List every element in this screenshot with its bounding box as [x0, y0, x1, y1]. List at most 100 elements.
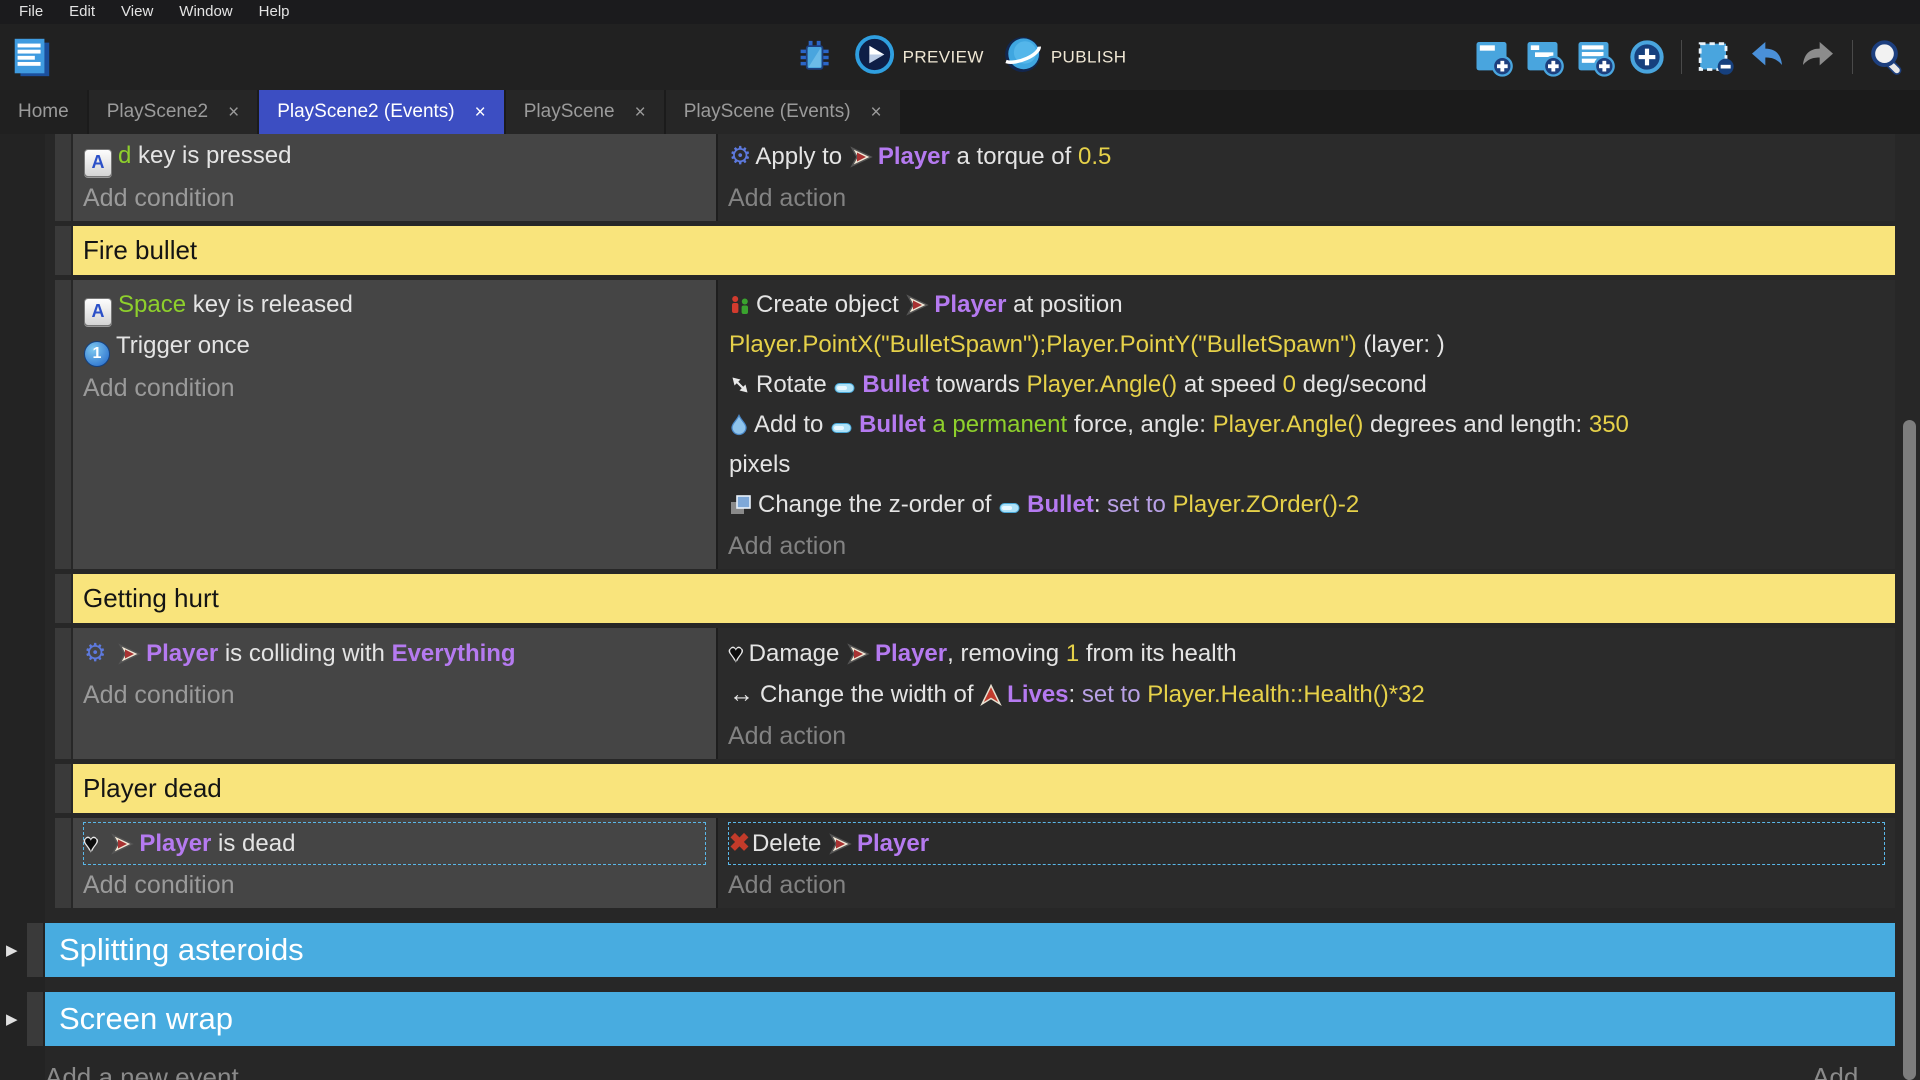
- add-new-event-button[interactable]: Add a new event: [45, 1062, 239, 1080]
- menu-item-edit[interactable]: Edit: [56, 0, 108, 24]
- add-condition-button[interactable]: Add condition: [83, 675, 706, 715]
- instruction-text: Player.PointX("BulletSpawn");Player.Poin…: [729, 331, 1357, 358]
- add-more-button[interactable]: Add...: [1812, 1062, 1880, 1080]
- events-sheet: Ad key is pressedAdd condition⚙Apply to …: [0, 134, 1920, 1080]
- search-icon[interactable]: [1866, 36, 1908, 78]
- instruction-text: (layer: ): [1357, 331, 1445, 358]
- instruction[interactable]: ✖Delete Player: [729, 823, 1884, 864]
- instruction-text: Player: [146, 640, 218, 667]
- instruction-text: at position: [1006, 291, 1129, 318]
- toolbar-separator: [1681, 40, 1682, 74]
- width-icon: ↔: [729, 681, 760, 708]
- instruction[interactable]: Change the z-order of Bullet: set to Pla…: [729, 485, 1884, 525]
- instruction-text: key is released: [186, 291, 353, 318]
- bullet-icon: [998, 491, 1027, 518]
- add-action-button[interactable]: Add action: [728, 178, 1885, 218]
- instruction[interactable]: Create object Player at position Player.…: [729, 285, 1884, 365]
- instruction-text: Damage: [749, 640, 846, 667]
- add-action-button[interactable]: Add action: [728, 526, 1885, 566]
- instruction-text: 0: [1283, 371, 1296, 398]
- instruction-text: Player.Health::Health()*32: [1147, 681, 1424, 708]
- menu-item-view[interactable]: View: [108, 0, 166, 24]
- keyboard-key-icon: A: [84, 142, 118, 169]
- instruction-text: Player: [878, 143, 950, 170]
- conditions-cell: ASpace key is released1Trigger onceAdd c…: [73, 280, 718, 569]
- close-icon[interactable]: ×: [871, 103, 882, 122]
- instruction-text: Player: [139, 830, 211, 857]
- tab-playscene2-events[interactable]: PlayScene2 (Events)×: [259, 90, 506, 134]
- instruction-text: Player.ZOrder()-2: [1173, 491, 1360, 518]
- close-icon[interactable]: ×: [228, 103, 239, 122]
- tab-home[interactable]: Home: [0, 90, 89, 134]
- instruction-text: Bullet: [1027, 491, 1094, 518]
- instruction-text: Bullet: [862, 371, 929, 398]
- menu-item-help[interactable]: Help: [246, 0, 303, 24]
- collapse-arrow-icon[interactable]: ▶: [6, 1010, 18, 1028]
- conditions-box: Ad key is pressed: [83, 135, 706, 178]
- publish-button[interactable]: PUBLISH: [1002, 34, 1127, 81]
- player-ship-icon: [846, 640, 875, 667]
- events-list: Ad key is pressedAdd condition⚙Apply to …: [73, 134, 1895, 1046]
- add-action-button[interactable]: Add action: [728, 716, 1885, 756]
- actions-cell: ✖Delete PlayerAdd action: [718, 818, 1895, 908]
- conditions-cell: ⚙ Player is colliding with EverythingAdd…: [73, 628, 718, 759]
- redo-icon[interactable]: [1797, 36, 1839, 78]
- instruction[interactable]: ⚙ Player is colliding with Everything: [84, 633, 705, 674]
- instruction[interactable]: Ad key is pressed: [84, 136, 705, 177]
- actions-cell: Create object Player at position Player.…: [718, 280, 1895, 569]
- player-ship-icon: [110, 830, 139, 857]
- add-comment-icon[interactable]: [1575, 36, 1617, 78]
- menu-item-file[interactable]: File: [6, 0, 56, 24]
- add-other-event-icon[interactable]: [1626, 36, 1668, 78]
- instruction[interactable]: ↔Change the width of Lives: set to Playe…: [729, 674, 1884, 715]
- comment-text: Fire bullet: [73, 226, 1895, 275]
- add-condition-button[interactable]: Add condition: [83, 865, 706, 905]
- add-condition-button[interactable]: Add condition: [83, 368, 706, 408]
- collapse-arrow-icon[interactable]: ▶: [6, 941, 18, 959]
- instruction-text: Player: [875, 640, 947, 667]
- instruction[interactable]: ASpace key is released: [84, 285, 705, 326]
- gdevelop-logo-icon[interactable]: [8, 34, 54, 80]
- instruction[interactable]: ♥Damage Player, removing 1 from its heal…: [729, 633, 1884, 674]
- instruction-text: Delete: [752, 830, 828, 857]
- add-condition-button[interactable]: Add condition: [83, 178, 706, 218]
- close-icon[interactable]: ×: [475, 103, 486, 122]
- toolbar-right-icons: [1473, 36, 1908, 78]
- tab-playscene2[interactable]: PlayScene2×: [89, 90, 260, 134]
- tab-label: PlayScene (Events): [684, 101, 851, 123]
- debugger-bug-icon[interactable]: [794, 36, 836, 78]
- comment-row[interactable]: Fire bullet: [73, 226, 1895, 275]
- undo-icon[interactable]: [1746, 36, 1788, 78]
- heart-icon: ♥: [84, 830, 104, 857]
- bullet-icon: [830, 411, 859, 438]
- close-icon[interactable]: ×: [635, 103, 646, 122]
- instruction-text: a permanent: [932, 411, 1067, 438]
- zorder-icon: [729, 491, 758, 518]
- instruction-text: , removing: [947, 640, 1066, 667]
- tab-playscene-events[interactable]: PlayScene (Events) ×: [666, 90, 902, 134]
- physics-icon: ⚙: [84, 640, 110, 667]
- instruction[interactable]: 1Trigger once: [84, 326, 705, 367]
- comment-row[interactable]: Player dead: [73, 764, 1895, 813]
- add-action-button[interactable]: Add action: [728, 865, 1885, 905]
- add-event-icon[interactable]: [1473, 36, 1515, 78]
- instruction[interactable]: Rotate Bullet towards Player.Angle() at …: [729, 365, 1884, 405]
- tab-playscene[interactable]: PlayScene×: [506, 90, 666, 134]
- instruction-text: Trigger once: [116, 332, 250, 359]
- group-row-splitting-asteroids[interactable]: ▶Splitting asteroids: [45, 923, 1895, 977]
- group-row-screen-wrap[interactable]: ▶Screen wrap: [45, 992, 1895, 1046]
- force-icon: [729, 411, 754, 438]
- instruction-text: Apply to: [755, 143, 848, 170]
- vertical-scrollbar-thumb[interactable]: [1903, 420, 1916, 1080]
- instruction[interactable]: Add to Bullet a permanent force, angle: …: [729, 405, 1884, 485]
- toggle-instruction-selection-icon[interactable]: [1695, 36, 1737, 78]
- comment-row[interactable]: Getting hurt: [73, 574, 1895, 623]
- tab-label: Home: [18, 101, 69, 123]
- preview-button[interactable]: PREVIEW: [854, 34, 984, 81]
- comment-text: Getting hurt: [73, 574, 1895, 623]
- instruction[interactable]: ⚙Apply to Player a torque of 0.5: [729, 136, 1884, 177]
- instruction-text: Bullet: [859, 411, 926, 438]
- menu-item-window[interactable]: Window: [166, 0, 245, 24]
- instruction[interactable]: ♥ Player is dead: [84, 823, 705, 864]
- add-subevent-icon[interactable]: [1524, 36, 1566, 78]
